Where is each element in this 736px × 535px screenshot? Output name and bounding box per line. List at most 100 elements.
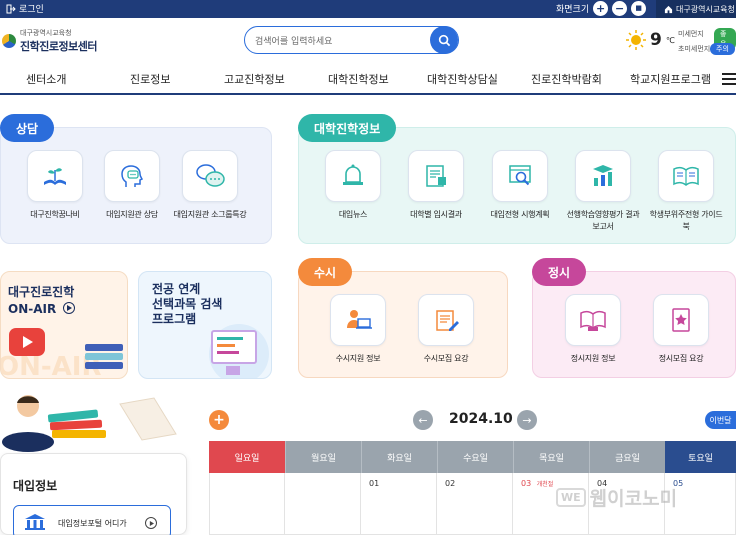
jeongsi-item-label: 정시모집 요강 <box>658 354 704 363</box>
susi-item-label: 수시지원 정보 <box>335 354 381 363</box>
calendar-date: 03 <box>521 479 532 488</box>
nav-item-school[interactable]: 학교지원프로그램 <box>630 71 711 87</box>
books-icon <box>85 344 123 370</box>
calendar-day-monday: 월요일 <box>285 441 361 473</box>
nav-item-center[interactable]: 센터소개 <box>26 71 66 87</box>
nav-item-counsel[interactable]: 대학진학상담실 <box>427 71 498 87</box>
calendar-cell[interactable] <box>285 473 361 535</box>
college-item-prelearning[interactable]: 선행학습영향평가 결과보고서 <box>565 150 641 233</box>
youtube-icon <box>9 328 45 356</box>
calendar-day-saturday: 토요일 <box>665 441 736 473</box>
home-icon <box>664 5 673 13</box>
bell-icon <box>343 164 363 185</box>
head-chat-icon <box>121 165 144 187</box>
susi-tag: 수시 <box>298 258 353 286</box>
fine-dust-label: 미세먼지 <box>678 30 704 38</box>
zoom-reset-button[interactable]: ■ <box>631 1 647 16</box>
jeongsi-item-label: 정시지원 정보 <box>570 354 616 363</box>
zoom-in-button[interactable]: + <box>593 1 609 16</box>
calendar-cell[interactable] <box>209 473 285 535</box>
search-input[interactable]: 검색어를 입력하세요 <box>255 34 332 47</box>
top-utility-bar: 로그인 화면크기 + − ■ 대구광역시교육청 <box>0 0 736 18</box>
jeongsi-item-guide[interactable]: 정시모집 요강 <box>643 294 719 365</box>
consult-item-label: 대입지원관 상담 <box>106 210 158 219</box>
ultra-dust-label: 초미세먼지 <box>678 45 711 53</box>
site-header: 대구광역시교육청 진학진로정보센터 검색어를 입력하세요 9 ℃ 미세먼지 초미세… <box>0 18 736 64</box>
office-link[interactable]: 대구광역시교육청 <box>656 0 736 18</box>
susi-item-guide[interactable]: 수시모집 요강 <box>408 294 484 365</box>
pencil-doc-icon <box>436 310 459 331</box>
search-button[interactable] <box>430 26 458 54</box>
nav-item-college[interactable]: 대학진학정보 <box>328 71 389 87</box>
temperature-value: 9 <box>650 30 662 50</box>
site-logo[interactable]: 대구광역시교육청 진학진로정보센터 <box>2 28 97 54</box>
menu-icon[interactable] <box>722 73 736 88</box>
zoom-out-button[interactable]: − <box>612 1 628 16</box>
temperature-unit: ℃ <box>665 35 675 45</box>
college-item-label: 대학별 입시결과 <box>410 210 462 219</box>
consult-item-kkumnabi[interactable]: 대구진학꿈나비 <box>17 150 93 221</box>
calendar-day-tuesday: 화요일 <box>361 441 437 473</box>
nav-item-highschool[interactable]: 고교진학정보 <box>224 71 285 87</box>
site-watermark: WE 웹이코노미 <box>556 484 677 511</box>
admission-card: 대입정보 대입정보포털 어디가 <box>0 453 187 535</box>
college-item-label: 대입전형 시행계획 <box>490 210 550 219</box>
susi-item-info[interactable]: 수시지원 정보 <box>320 294 396 365</box>
document-chart-icon <box>426 165 446 187</box>
college-item-label: 대입뉴스 <box>338 210 368 219</box>
building-icon <box>25 514 45 530</box>
admission-title: 대입정보 <box>13 479 58 493</box>
next-month-button[interactable]: → <box>517 410 537 430</box>
prev-month-button[interactable]: ← <box>413 410 433 430</box>
login-link[interactable]: 로그인 <box>6 2 44 15</box>
program-title: 전공 연계 선택과목 검색 프로그램 <box>152 282 223 326</box>
consult-item-label: 대구진학꿈나비 <box>30 210 80 219</box>
college-info-tag: 대학진학정보 <box>298 114 397 142</box>
watermark-text: 웹이코노미 <box>589 488 678 510</box>
calendar-month: 2024.10 <box>449 411 513 427</box>
holiday-note: 개천절 <box>536 481 554 488</box>
ultra-dust-badge: 주의 <box>710 43 735 55</box>
nav-item-fair[interactable]: 진로진학박람회 <box>531 71 602 87</box>
zoom-label: 화면크기 <box>556 5 590 15</box>
chat-bubbles-icon <box>196 164 225 187</box>
calendar-day-friday: 금요일 <box>589 441 665 473</box>
search-box: 검색어를 입력하세요 <box>244 26 459 54</box>
calendar-day-thursday: 목요일 <box>513 441 589 473</box>
book-plant-icon <box>44 168 66 185</box>
college-item-results[interactable]: 대학별 입시결과 <box>398 150 474 221</box>
college-item-plan[interactable]: 대입전형 시행계획 <box>482 150 558 221</box>
calendar-day-wednesday: 수요일 <box>437 441 513 473</box>
jeongsi-item-info[interactable]: 정시지원 정보 <box>555 294 631 365</box>
watermark-we: WE <box>556 488 586 507</box>
add-schedule-button[interactable]: + <box>209 410 229 430</box>
logo-title: 진학진로정보센터 <box>20 40 97 53</box>
college-item-label: 선행학습영향평가 결과보고서 <box>566 210 640 231</box>
star-book-icon <box>672 308 690 332</box>
person-laptop-icon <box>347 310 372 329</box>
weather-widget: 9 ℃ <box>626 30 675 50</box>
arrow-circle-icon <box>145 517 157 529</box>
this-month-button[interactable]: 이번달 <box>705 411 736 429</box>
onair-play-icon[interactable] <box>63 302 75 314</box>
adiga-portal-link[interactable]: 대입정보포털 어디가 <box>13 505 171 535</box>
login-icon <box>6 4 16 13</box>
calendar-cell[interactable]: 02 <box>437 473 513 535</box>
college-item-guidebook[interactable]: 학생부위주전형 가이드북 <box>648 150 724 233</box>
consult-item-advisor[interactable]: 대입지원관 상담 <box>94 150 170 221</box>
logo-org: 대구광역시교육청 <box>20 29 72 37</box>
nav-item-career[interactable]: 진로정보 <box>130 71 170 87</box>
dust-widget: 미세먼지 초미세먼지 <box>678 27 710 57</box>
susi-item-label: 수시모집 요강 <box>423 354 469 363</box>
calendar-cell[interactable]: 01 <box>361 473 437 535</box>
search-icon <box>438 34 450 46</box>
main-nav: 센터소개 진로정보 고교진학정보 대학진학정보 대학진학상담실 진로진학박람회 … <box>0 64 736 95</box>
zoom-controls: 화면크기 + − ■ <box>556 1 647 16</box>
jeongsi-tag: 정시 <box>532 258 587 286</box>
admission-illustration <box>0 384 200 452</box>
consult-tag: 상담 <box>0 114 55 142</box>
monitor-icon <box>211 330 257 364</box>
adiga-portal-label: 대입정보포털 어디가 <box>58 519 127 528</box>
college-item-news[interactable]: 대입뉴스 <box>315 150 391 221</box>
consult-item-group-lecture[interactable]: 대입지원관 소그룹특강 <box>172 150 248 221</box>
